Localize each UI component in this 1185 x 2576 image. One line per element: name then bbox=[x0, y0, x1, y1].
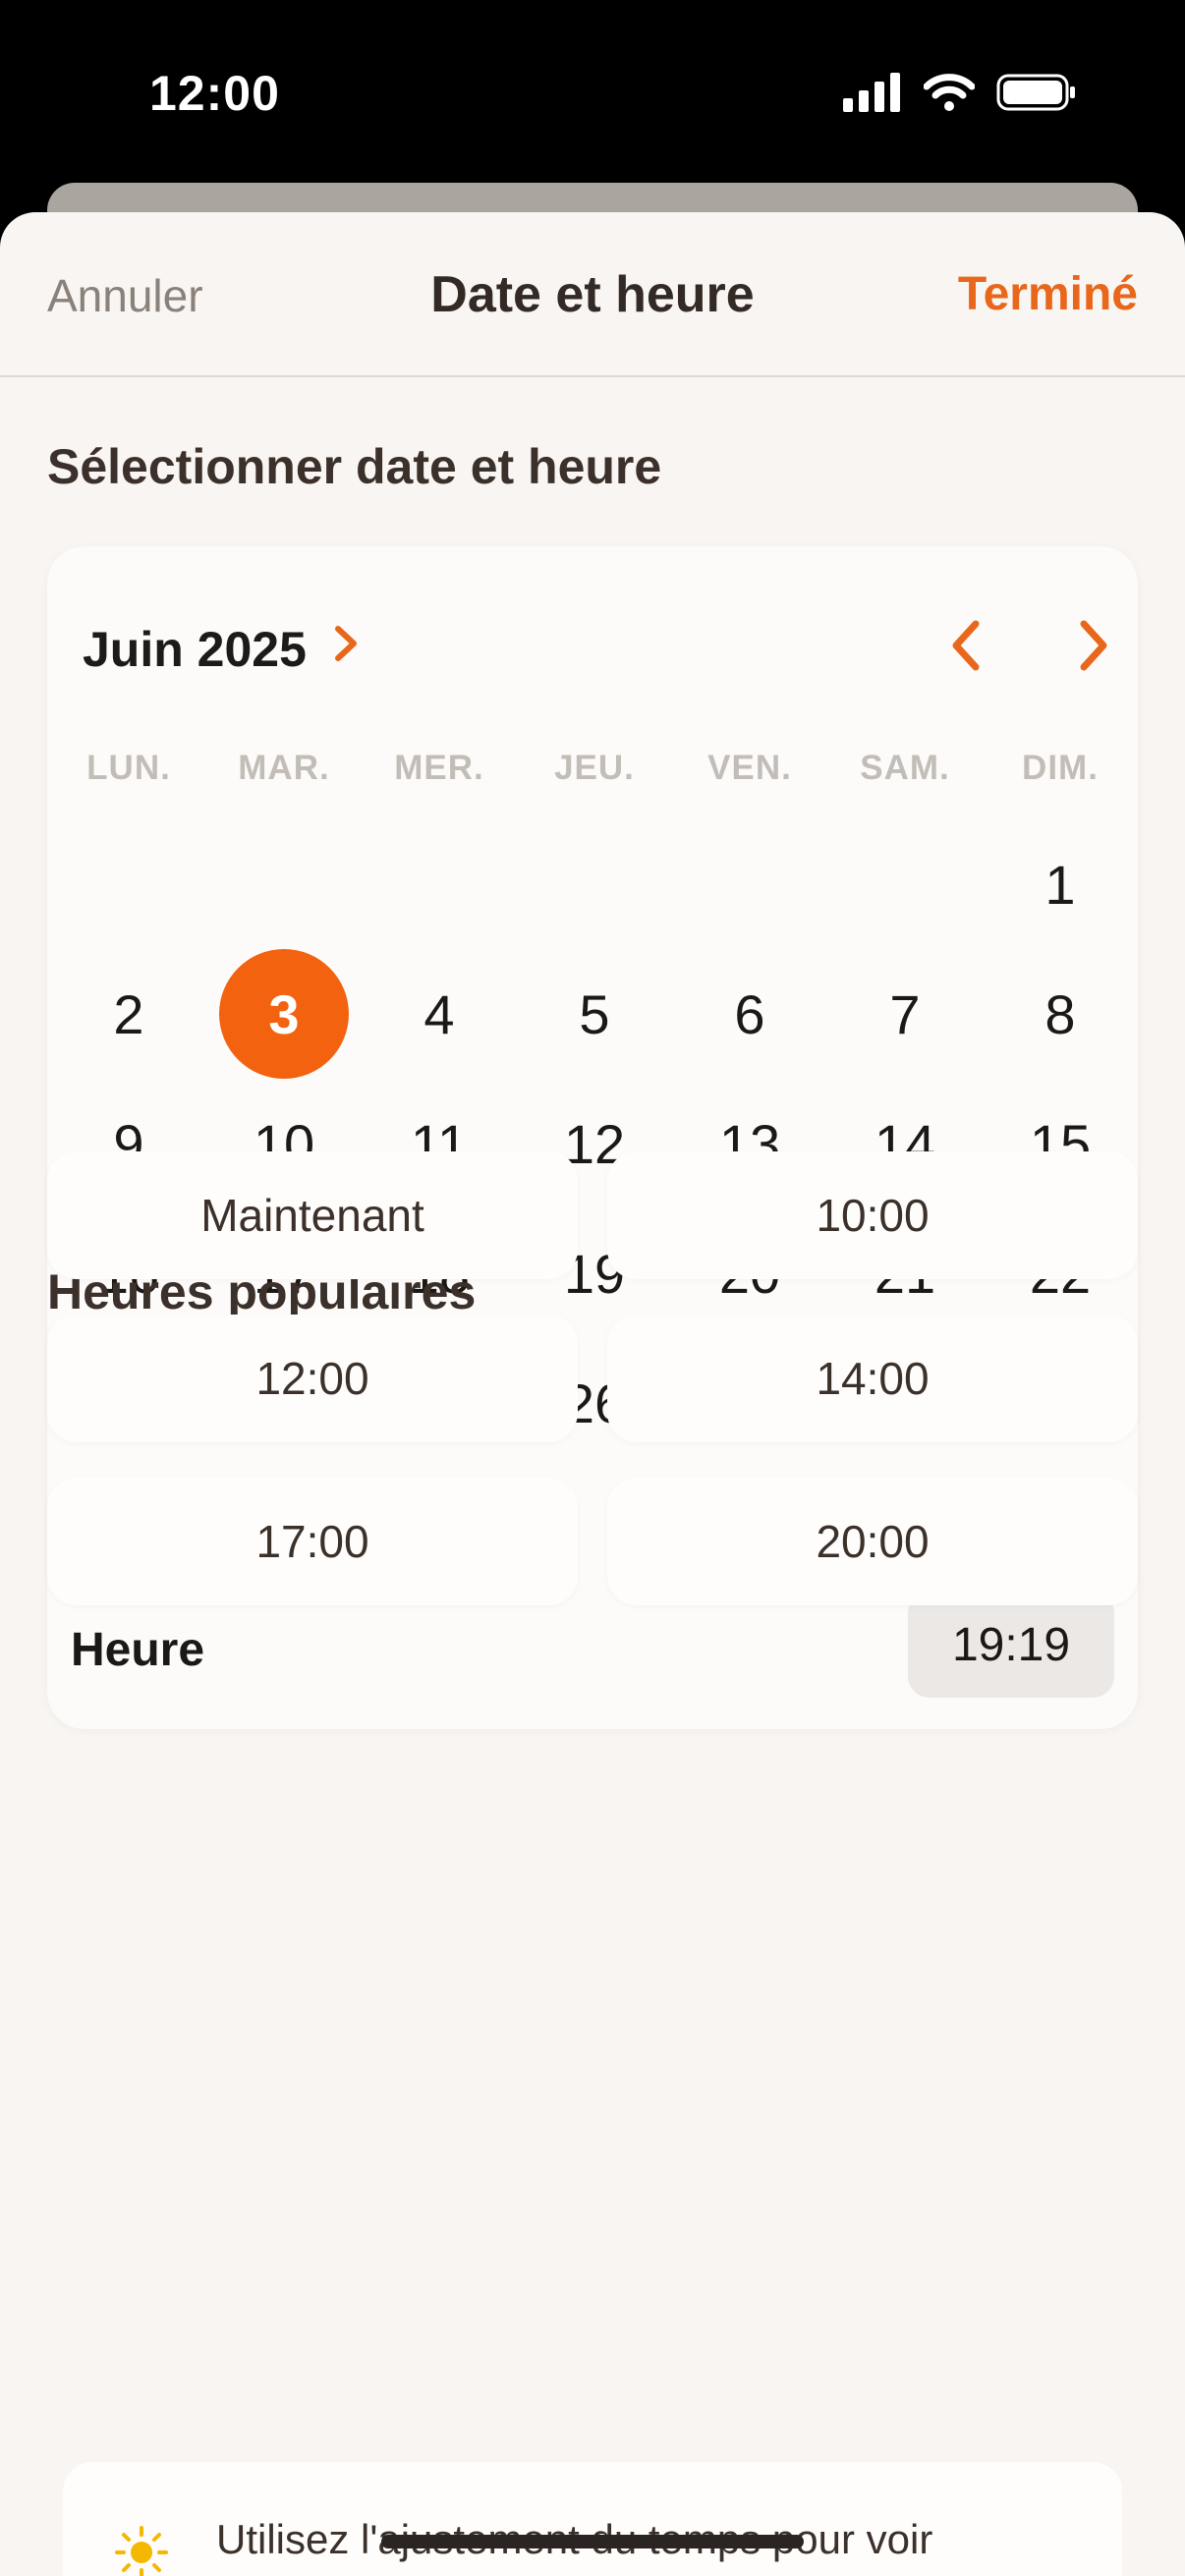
time-picker-button[interactable]: 19:19 bbox=[908, 1592, 1114, 1698]
day-number: 2 bbox=[113, 982, 144, 1045]
day-number: 8 bbox=[1044, 982, 1076, 1045]
chevron-right-icon bbox=[1080, 620, 1107, 671]
day-number: 1 bbox=[1044, 853, 1076, 916]
nav-bar: Annuler Date et heure Terminé bbox=[0, 212, 1185, 377]
month-label[interactable]: Juin 2025 bbox=[83, 621, 307, 678]
weekday-label: MER. bbox=[394, 749, 484, 787]
done-button[interactable]: Terminé bbox=[958, 267, 1138, 321]
popular-time-button[interactable]: 14:00 bbox=[607, 1315, 1138, 1442]
chevron-left-icon bbox=[952, 620, 980, 671]
day-cell[interactable]: 1 bbox=[983, 819, 1138, 949]
weekday-label: LUN. bbox=[86, 749, 171, 787]
day-number: 7 bbox=[889, 982, 921, 1045]
day-cell[interactable]: 4 bbox=[362, 949, 517, 1079]
weekday-label: SAM. bbox=[860, 749, 950, 787]
time-label: Heure bbox=[71, 1624, 205, 1676]
popular-time-button[interactable]: Maintenant bbox=[47, 1151, 578, 1279]
battery-icon bbox=[996, 74, 1075, 111]
popular-times-grid: Maintenant 10:00 12:00 14:00 17:00 20:00 bbox=[47, 1151, 1138, 1605]
day-number: 4 bbox=[423, 982, 455, 1045]
popular-time-button[interactable]: 20:00 bbox=[607, 1478, 1138, 1605]
select-section-title: Sélectionner date et heure bbox=[47, 439, 662, 494]
weekday-header: LUN. MAR. MER. JEU. VEN. SAM. DIM. bbox=[51, 749, 1142, 788]
status-time: 12:00 bbox=[149, 66, 280, 121]
popular-time-button[interactable]: 10:00 bbox=[607, 1151, 1138, 1279]
next-month-button[interactable] bbox=[1059, 611, 1128, 680]
day-cell[interactable]: 8 bbox=[983, 949, 1138, 1079]
chevron-right-icon[interactable] bbox=[332, 619, 362, 668]
popular-time-button[interactable]: 12:00 bbox=[47, 1315, 578, 1442]
home-indicator bbox=[381, 2535, 804, 2548]
date-time-sheet: Annuler Date et heure Terminé Sélectionn… bbox=[0, 212, 1185, 2576]
day-number: 5 bbox=[579, 982, 610, 1045]
day-number: 3 bbox=[219, 949, 349, 1079]
selected-day-cell[interactable]: 3 bbox=[206, 949, 362, 1079]
status-icons bbox=[843, 73, 1077, 112]
status-bar: 12:00 bbox=[0, 0, 1185, 187]
popular-time-button[interactable]: 17:00 bbox=[47, 1478, 578, 1605]
day-cell[interactable]: 7 bbox=[827, 949, 983, 1079]
day-cell[interactable]: 6 bbox=[672, 949, 827, 1079]
previous-month-button[interactable] bbox=[931, 611, 1000, 680]
wifi-icon bbox=[924, 74, 975, 111]
weekday-label: MAR. bbox=[238, 749, 330, 787]
cellular-signal-icon bbox=[843, 73, 900, 112]
weekday-label: JEU. bbox=[554, 749, 635, 787]
weekday-label: VEN. bbox=[707, 749, 792, 787]
day-number: 6 bbox=[734, 982, 765, 1045]
day-cell[interactable]: 2 bbox=[51, 949, 206, 1079]
sun-icon bbox=[115, 2526, 168, 2576]
day-cell[interactable]: 5 bbox=[517, 949, 672, 1079]
weekday-label: DIM. bbox=[1022, 749, 1099, 787]
tip-card: Utilisez l'ajustement du temps pour voir… bbox=[63, 2462, 1122, 2576]
